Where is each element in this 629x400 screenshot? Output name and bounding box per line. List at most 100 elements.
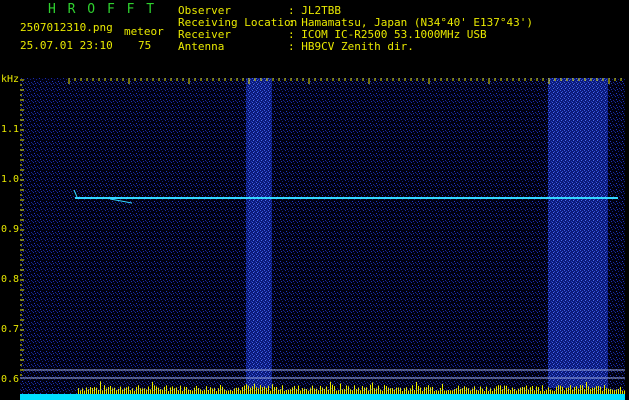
level-bar [370,384,371,394]
level-bar [440,388,441,394]
level-bar [132,388,133,394]
level-bar [536,386,537,394]
level-bar [596,386,597,394]
level-bar [140,388,141,394]
level-bar [622,390,623,394]
level-bar [186,387,187,394]
level-bar [134,390,135,394]
level-bar [226,390,227,394]
level-bar [264,386,265,394]
level-bar [416,381,417,394]
level-bar [210,387,211,394]
level-bar [446,390,447,394]
level-bar [402,390,403,394]
level-bar [178,390,179,394]
level-bar [168,390,169,394]
level-bar [114,387,115,394]
level-bar [318,390,319,394]
level-bar [456,388,457,394]
level-bar [612,389,613,394]
level-bar [298,385,299,394]
level-bar [478,390,479,394]
level-bar [448,390,449,394]
level-bar [572,389,573,394]
level-bar [496,386,497,394]
level-bar [566,387,567,394]
spectrogram-svg [20,78,625,400]
level-bar [316,388,317,394]
level-bar [554,390,555,394]
level-bar [364,387,365,394]
level-bar [384,384,385,394]
interference-band [246,78,272,388]
level-bar [200,389,201,394]
level-bar [330,381,331,394]
level-bar [512,387,513,394]
y-tick-label: 1.1 [1,124,20,135]
level-bar [378,385,379,394]
antenna-label: Antenna [178,40,225,53]
level-bar [586,382,587,394]
level-bar [494,388,495,394]
level-bar [426,387,427,394]
level-bar [220,384,221,394]
level-bar [564,390,565,394]
level-bar [356,388,357,394]
level-bar [118,388,119,394]
level-bar [170,387,171,394]
datetime-label: 25.07.01 23:10 [20,39,113,52]
level-bar [442,383,443,394]
level-bar [606,388,607,394]
level-bar [498,385,499,394]
level-bar [332,384,333,394]
level-bar [136,386,137,394]
y-tick-label: 0.9 [1,224,20,235]
level-bar [320,385,321,394]
level-bar [126,387,127,394]
level-bar [310,388,311,394]
level-bar [350,389,351,394]
level-bar [244,385,245,394]
level-bar [390,388,391,394]
level-bar [268,385,269,394]
level-bar [234,388,235,394]
level-bar [150,389,151,394]
level-bar [218,388,219,394]
level-bar [116,390,117,394]
level-bar [562,386,563,394]
level-bar [380,389,381,394]
level-bar [272,384,273,394]
level-bar [546,389,547,394]
level-bar [102,390,103,394]
level-bar [188,389,189,394]
level-bar [304,388,305,394]
level-bar [542,385,543,394]
level-bar [254,383,255,394]
level-bar [292,387,293,394]
level-bar [374,388,375,394]
level-bar [382,390,383,394]
level-bar [314,388,315,394]
level-bar [460,388,461,394]
level-bar [434,390,435,394]
level-bar [246,384,247,394]
level-bar [406,387,407,394]
level-bar [464,386,465,394]
level-bar [576,386,577,394]
level-bar [376,388,377,394]
level-bar [610,388,611,394]
level-bar [82,388,83,394]
level-bar [182,390,183,394]
level-bar [600,386,601,394]
level-bar [340,383,341,394]
level-bar [228,390,229,394]
level-bar [270,390,271,394]
mode-label: meteor [124,25,164,38]
level-bar [146,389,147,394]
level-bar [162,389,163,394]
level-bar [400,388,401,394]
level-bar [560,385,561,394]
level-bar [308,390,309,394]
filename-label: 2507012310.png [20,21,113,34]
level-bar [582,385,583,394]
